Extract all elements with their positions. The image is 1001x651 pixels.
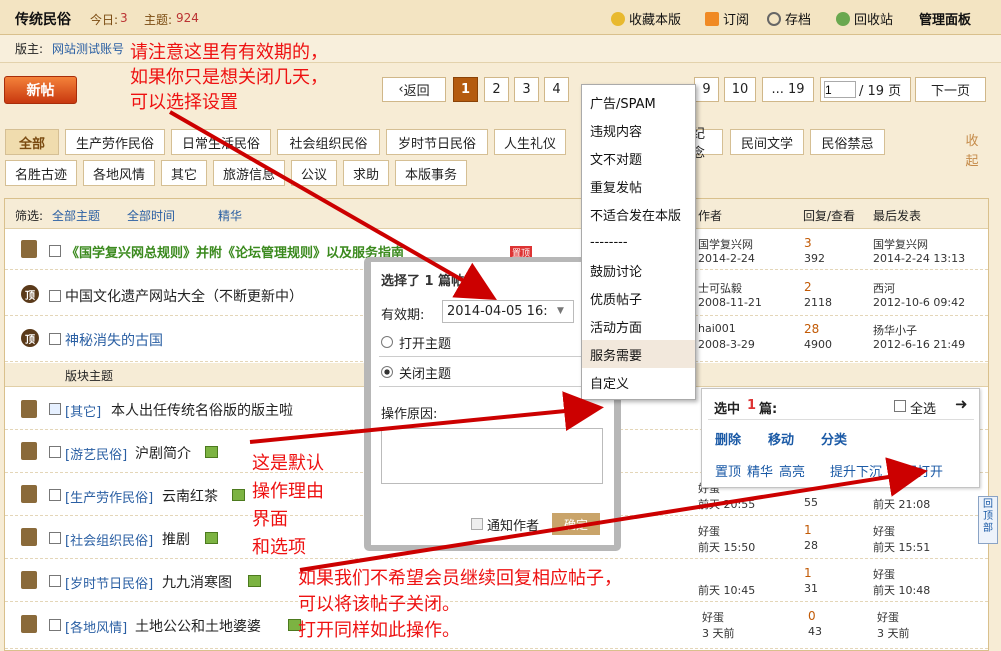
arrow-to-expiry — [169, 110, 497, 300]
arrow-to-close-open — [299, 457, 928, 572]
arrow-to-reason — [249, 391, 604, 444]
annotation-arrows — [169, 110, 928, 572]
